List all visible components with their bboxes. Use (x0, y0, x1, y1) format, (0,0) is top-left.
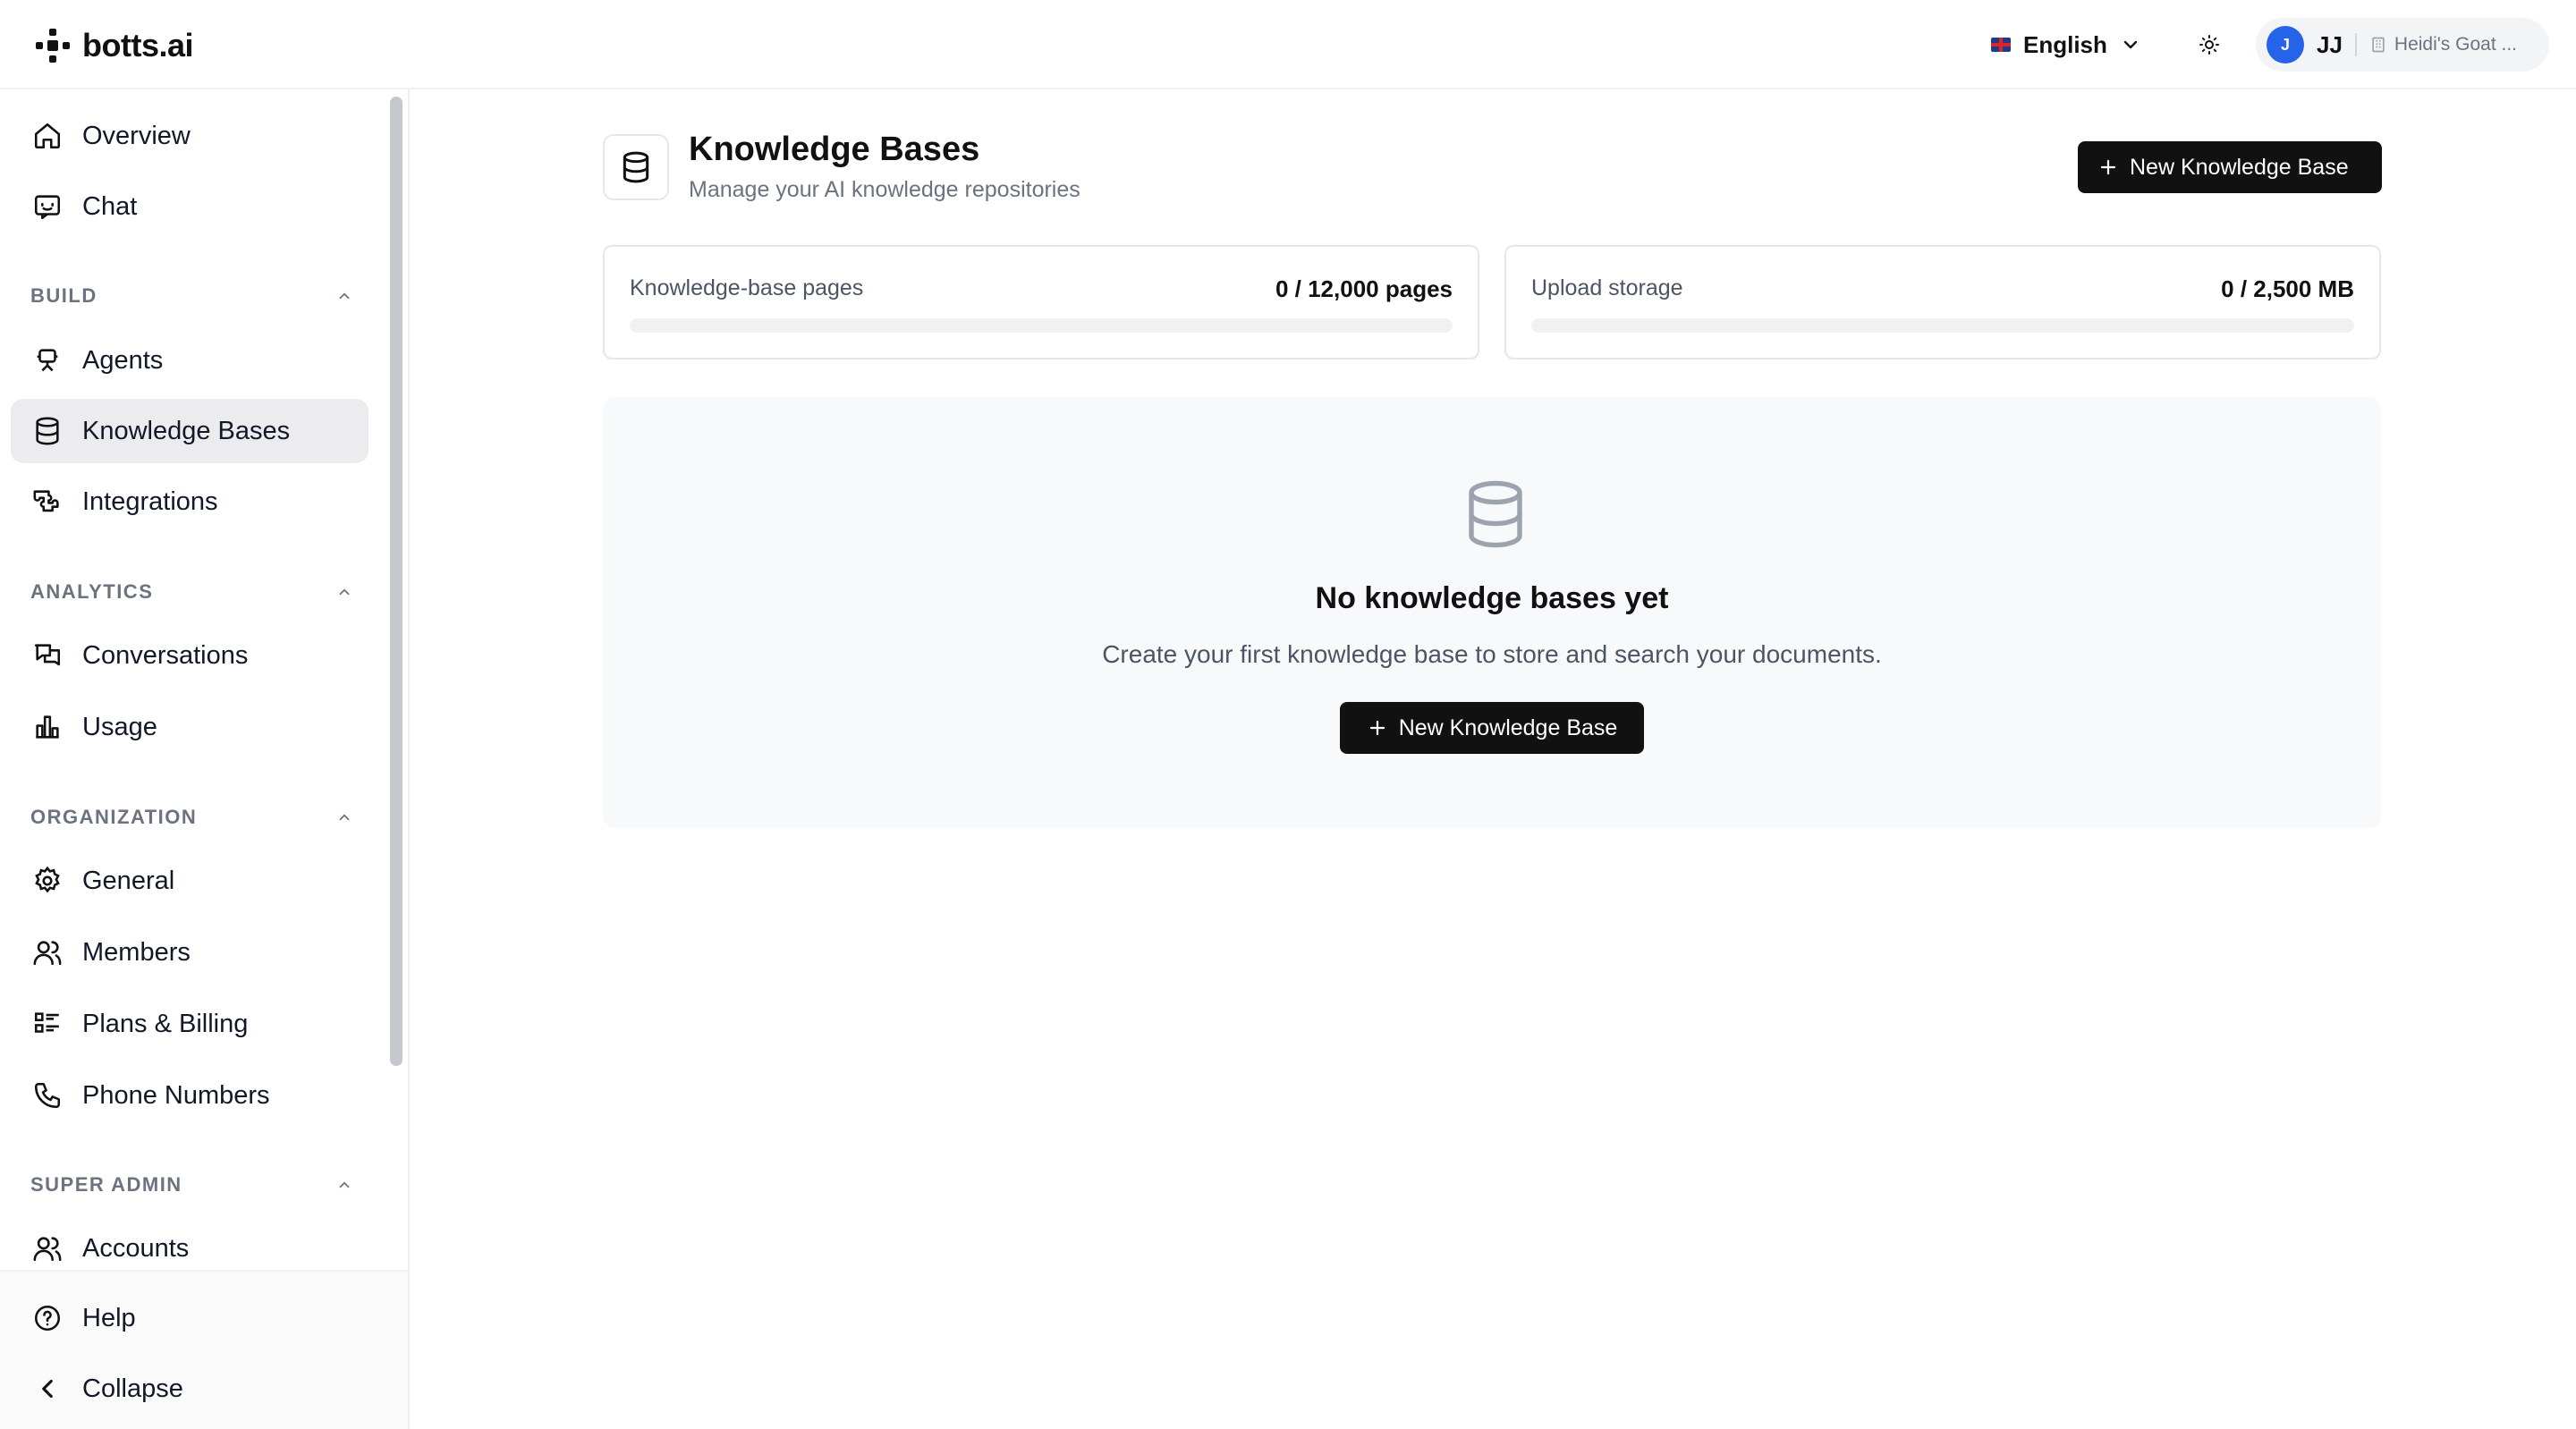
gear-icon (35, 866, 60, 893)
stat-label: Knowledge-base pages (630, 275, 864, 300)
sidebar-item-label: Accounts (82, 1233, 190, 1263)
conversations-icon (34, 644, 61, 666)
sidebar-item-label: Plans & Billing (82, 1009, 249, 1038)
database-icon (623, 151, 649, 183)
agent-icon (37, 349, 58, 372)
section-title: ANALYTICS (30, 580, 154, 603)
uk-flag-icon (1991, 38, 2011, 52)
sidebar-item-label: Conversations (82, 640, 249, 670)
stat-label: Upload storage (1531, 275, 1683, 300)
brand-name: botts.ai (82, 27, 194, 63)
empty-state: No knowledge bases yet Create your first… (603, 397, 2381, 828)
users-icon (33, 941, 62, 966)
chevron-left-icon (42, 1379, 53, 1399)
bar-chart-icon (36, 715, 59, 739)
plus-icon (2100, 159, 2116, 175)
sidebar-item-plans-billing[interactable]: Plans & Billing (11, 992, 369, 1056)
sidebar-item-label: Members (82, 937, 191, 967)
chevron-up-icon (339, 292, 350, 300)
database-icon (1469, 480, 1522, 548)
button-label: New Knowledge Base (1398, 714, 1618, 740)
avatar: J (2267, 26, 2304, 63)
collapse-sidebar-button[interactable]: Collapse (11, 1357, 369, 1421)
section-title: ORGANIZATION (30, 806, 198, 828)
sidebar-footer: Help Collapse (0, 1270, 408, 1429)
chevron-up-icon (339, 1181, 350, 1188)
sidebar-item-label: Phone Numbers (82, 1080, 270, 1110)
puzzle-icon (33, 490, 59, 512)
logo-mark-icon (36, 29, 70, 63)
sidebar-item-knowledge-bases[interactable]: Knowledge Bases (11, 399, 369, 463)
chevron-up-icon (339, 588, 350, 596)
building-icon (2372, 37, 2385, 53)
sidebar-item-conversations[interactable]: Conversations (11, 623, 369, 688)
chat-icon (34, 195, 61, 220)
button-label: New Knowledge Base (2130, 154, 2349, 180)
pages-progress-bar (630, 318, 1453, 333)
sidebar-item-chat[interactable]: Chat (11, 174, 369, 239)
section-super-admin-toggle[interactable]: SUPER ADMIN (30, 1173, 352, 1196)
section-title: BUILD (30, 284, 97, 307)
organization-name: Heidi's Goat ... (2394, 34, 2517, 55)
sidebar-item-label: General (82, 866, 175, 895)
phone-icon (34, 1082, 61, 1109)
sidebar-item-overview[interactable]: Overview (11, 104, 369, 168)
sidebar-item-label: Agents (82, 345, 164, 375)
language-selector[interactable]: English (1991, 25, 2141, 64)
account-menu[interactable]: J JJ Heidi's Goat ... (2256, 18, 2549, 72)
stat-value: 0 / 12,000 pages (1275, 275, 1453, 302)
sidebar-item-label: Knowledge Bases (82, 416, 291, 445)
account-initials: JJ (2317, 30, 2343, 58)
sidebar-item-general[interactable]: General (11, 849, 369, 913)
sidebar-nav: Overview Chat BUILD Agents Knowledge Bas… (0, 89, 383, 1270)
sidebar-item-members[interactable]: Members (11, 920, 369, 985)
page-subtitle: Manage your AI knowledge repositories (689, 177, 1080, 202)
sidebar-item-label: Usage (82, 712, 157, 741)
sidebar: Overview Chat BUILD Agents Knowledge Bas… (0, 89, 410, 1429)
main-content: Knowledge Bases Manage your AI knowledge… (410, 89, 2576, 1429)
sidebar-item-usage[interactable]: Usage (11, 695, 369, 759)
sun-icon (2199, 35, 2219, 55)
users-icon (33, 1237, 62, 1262)
help-label: Help (82, 1303, 136, 1332)
section-analytics-toggle[interactable]: ANALYTICS (30, 580, 352, 604)
stat-value: 0 / 2,500 MB (2221, 275, 2354, 302)
new-knowledge-base-button[interactable]: New Knowledge Base (2078, 141, 2382, 193)
help-button[interactable]: Help (11, 1286, 369, 1350)
sidebar-item-phone-numbers[interactable]: Phone Numbers (11, 1063, 369, 1128)
plus-icon (1369, 720, 1385, 736)
empty-state-new-knowledge-base-button[interactable]: New Knowledge Base (1340, 702, 1644, 754)
home-icon (34, 123, 61, 149)
top-bar: botts.ai English J JJ Heidi's Goat ... (0, 0, 2576, 89)
page-title: Knowledge Bases (689, 131, 980, 168)
sidebar-item-agents[interactable]: Agents (11, 328, 369, 393)
storage-usage-card: Upload storage 0 / 2,500 MB (1504, 245, 2381, 359)
help-circle-icon (34, 1305, 61, 1332)
page-header-icon (603, 134, 669, 200)
brand-logo[interactable]: botts.ai (36, 27, 194, 64)
sidebar-scrollbar[interactable] (390, 97, 402, 1066)
sidebar-item-integrations[interactable]: Integrations (11, 469, 369, 534)
list-icon (34, 1012, 59, 1033)
chevron-down-icon (2123, 40, 2138, 49)
collapse-label: Collapse (82, 1374, 183, 1403)
account-divider (2354, 33, 2357, 56)
empty-state-text: Create your first knowledge base to stor… (1102, 640, 1882, 668)
section-build-toggle[interactable]: BUILD (30, 284, 352, 308)
chevron-up-icon (339, 814, 350, 821)
storage-progress-bar (1531, 318, 2354, 333)
section-title: SUPER ADMIN (30, 1173, 182, 1196)
pages-usage-card: Knowledge-base pages 0 / 12,000 pages (603, 245, 1479, 359)
sidebar-item-accounts[interactable]: Accounts (11, 1216, 369, 1270)
database-icon (36, 417, 59, 445)
sidebar-item-label: Chat (82, 191, 138, 221)
language-label: English (2023, 30, 2107, 58)
empty-state-title: No knowledge bases yet (1315, 581, 1669, 615)
theme-toggle-button[interactable] (2191, 27, 2227, 63)
sidebar-item-label: Overview (82, 121, 191, 150)
organization-switcher: Heidi's Goat ... (2369, 34, 2517, 55)
sidebar-item-label: Integrations (82, 486, 218, 516)
section-organization-toggle[interactable]: ORGANIZATION (30, 806, 352, 829)
